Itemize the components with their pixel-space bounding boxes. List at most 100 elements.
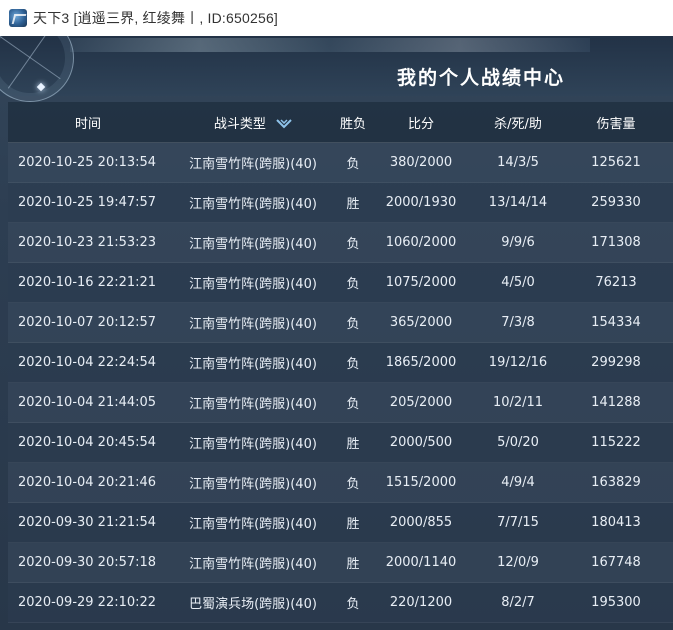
cell-battle-type: 巴蜀演兵场(跨服)(40) bbox=[189, 597, 317, 612]
header-result: 胜负 bbox=[339, 116, 366, 132]
game-logo-icon bbox=[9, 9, 27, 27]
cell-kda: 10/2/11 bbox=[492, 395, 544, 410]
cell-result: 胜 bbox=[346, 557, 360, 572]
cell-score: 205/2000 bbox=[389, 395, 453, 410]
table-body: 2020-10-25 20:13:54 江南雪竹阵(跨服)(40) 负 380/200… bbox=[8, 143, 673, 623]
cell-kda: 4/9/4 bbox=[501, 475, 535, 490]
cell-kda: 4/5/0 bbox=[501, 275, 535, 290]
cell-battle-type: 江南雪竹阵(跨服)(40) bbox=[189, 237, 317, 252]
cell-battle-type: 江南雪竹阵(跨服)(40) bbox=[189, 517, 317, 532]
window-title: 天下3 [逍遥三界, 红绫舞丨, ID:650256] bbox=[33, 10, 279, 26]
cell-time: 2020-10-16 22:21:21 bbox=[18, 275, 157, 290]
cell-kda: 7/7/15 bbox=[497, 515, 539, 530]
cell-score: 2000/1930 bbox=[385, 195, 457, 210]
cell-battle-type: 江南雪竹阵(跨服)(40) bbox=[189, 277, 317, 292]
table-row: 2020-10-25 19:47:57 江南雪竹阵(跨服)(40) 胜 2000/19… bbox=[8, 183, 673, 223]
table-row: 2020-09-30 20:57:18 江南雪竹阵(跨服)(40) 胜 2000/11… bbox=[8, 543, 673, 583]
cell-battle-type: 江南雪竹阵(跨服)(40) bbox=[189, 357, 317, 372]
cell-battle-type: 江南雪竹阵(跨服)(40) bbox=[189, 557, 317, 572]
cell-kda: 5/0/20 bbox=[497, 435, 539, 450]
cell-damage: 180413 bbox=[591, 515, 641, 530]
header-battle-type-label: 战斗类型 bbox=[213, 116, 266, 132]
cell-damage: 259330 bbox=[591, 195, 641, 210]
table-header-row: 时间 战斗类型 胜负 比分 杀/死/助 伤害量 bbox=[8, 102, 673, 143]
cell-result: 负 bbox=[346, 397, 360, 412]
cell-result: 负 bbox=[346, 317, 360, 332]
battle-record-table: 时间 战斗类型 胜负 比分 杀/死/助 伤害量 2020-10-25 20:13… bbox=[8, 102, 673, 623]
cell-result: 胜 bbox=[346, 517, 360, 532]
cell-time: 2020-10-25 20:13:54 bbox=[18, 155, 157, 170]
decorative-banner bbox=[70, 38, 590, 52]
header-time: 时间 bbox=[74, 116, 101, 132]
cell-battle-type: 江南雪竹阵(跨服)(40) bbox=[189, 437, 317, 452]
cell-kda: 7/3/8 bbox=[501, 315, 535, 330]
cell-score: 1865/2000 bbox=[385, 355, 457, 370]
cell-time: 2020-10-04 21:44:05 bbox=[18, 395, 157, 410]
cell-result: 胜 bbox=[346, 437, 360, 452]
cell-damage: 167748 bbox=[591, 555, 641, 570]
cell-result: 负 bbox=[346, 477, 360, 492]
cell-time: 2020-10-04 20:45:54 bbox=[18, 435, 157, 450]
cell-damage: 154334 bbox=[591, 315, 641, 330]
cell-result: 负 bbox=[346, 237, 360, 252]
table-row: 2020-10-16 22:21:21 江南雪竹阵(跨服)(40) 负 1075/20… bbox=[8, 263, 673, 303]
cell-time: 2020-09-29 22:10:22 bbox=[18, 595, 157, 610]
window-titlebar: 天下3 [逍遥三界, 红绫舞丨, ID:650256] bbox=[0, 0, 673, 36]
cell-kda: 13/14/14 bbox=[488, 195, 548, 210]
table-row: 2020-10-04 20:21:46 江南雪竹阵(跨服)(40) 负 1515/20… bbox=[8, 463, 673, 503]
table-row: 2020-10-25 20:13:54 江南雪竹阵(跨服)(40) 负 380/200… bbox=[8, 143, 673, 183]
header-decoration bbox=[0, 36, 673, 96]
cell-score: 1515/2000 bbox=[385, 475, 457, 490]
cell-time: 2020-10-23 21:53:23 bbox=[18, 235, 157, 250]
cell-score: 2000/500 bbox=[389, 435, 453, 450]
header-score: 比分 bbox=[407, 116, 434, 132]
chevron-down-icon[interactable] bbox=[276, 118, 292, 130]
table-row: 2020-10-23 21:53:23 江南雪竹阵(跨服)(40) 负 1060/20… bbox=[8, 223, 673, 263]
table-row: 2020-10-04 20:45:54 江南雪竹阵(跨服)(40) 胜 2000/50… bbox=[8, 423, 673, 463]
cell-time: 2020-10-25 19:47:57 bbox=[18, 195, 157, 210]
cell-time: 2020-10-04 22:24:54 bbox=[18, 355, 157, 370]
cell-kda: 12/0/9 bbox=[497, 555, 539, 570]
cell-time: 2020-10-07 20:12:57 bbox=[18, 315, 157, 330]
cell-damage: 299298 bbox=[591, 355, 641, 370]
cell-result: 负 bbox=[346, 357, 360, 372]
header-kda: 杀/死/助 bbox=[494, 116, 542, 132]
cell-battle-type: 江南雪竹阵(跨服)(40) bbox=[189, 157, 317, 172]
cell-score: 1075/2000 bbox=[385, 275, 457, 290]
table-row: 2020-09-30 21:21:54 江南雪竹阵(跨服)(40) 胜 2000/85… bbox=[8, 503, 673, 543]
cell-result: 胜 bbox=[346, 197, 360, 212]
cell-score: 2000/855 bbox=[389, 515, 453, 530]
table-row: 2020-10-04 21:44:05 江南雪竹阵(跨服)(40) 负 205/200… bbox=[8, 383, 673, 423]
cell-kda: 14/3/5 bbox=[497, 155, 539, 170]
cell-result: 负 bbox=[346, 597, 360, 612]
cell-score: 1060/2000 bbox=[385, 235, 457, 250]
cell-battle-type: 江南雪竹阵(跨服)(40) bbox=[189, 197, 317, 212]
cell-score: 2000/1140 bbox=[385, 555, 457, 570]
cell-time: 2020-09-30 21:21:54 bbox=[18, 515, 157, 530]
header-damage: 伤害量 bbox=[596, 116, 636, 132]
cell-damage: 163829 bbox=[591, 475, 641, 490]
cell-battle-type: 江南雪竹阵(跨服)(40) bbox=[189, 477, 317, 492]
cell-battle-type: 江南雪竹阵(跨服)(40) bbox=[189, 397, 317, 412]
cell-battle-type: 江南雪竹阵(跨服)(40) bbox=[189, 317, 317, 332]
cell-damage: 195300 bbox=[591, 595, 641, 610]
page-title: 我的个人战绩中心 bbox=[397, 67, 566, 89]
cell-kda: 9/9/6 bbox=[501, 235, 535, 250]
cell-result: 负 bbox=[346, 277, 360, 292]
cell-score: 220/1200 bbox=[389, 595, 453, 610]
cell-damage: 115222 bbox=[591, 435, 641, 450]
cell-kda: 8/2/7 bbox=[501, 595, 535, 610]
cell-score: 365/2000 bbox=[389, 315, 453, 330]
cell-damage: 141288 bbox=[591, 395, 641, 410]
cell-time: 2020-09-30 20:57:18 bbox=[18, 555, 157, 570]
cell-damage: 171308 bbox=[591, 235, 641, 250]
cell-damage: 76213 bbox=[595, 275, 637, 290]
cell-kda: 19/12/16 bbox=[488, 355, 548, 370]
stats-panel: 我的个人战绩中心 时间 战斗类型 胜负 比分 杀/死/助 伤害量 2020-10… bbox=[0, 36, 673, 630]
header-battle-type[interactable]: 战斗类型 bbox=[168, 113, 338, 132]
cell-score: 380/2000 bbox=[389, 155, 453, 170]
cell-time: 2020-10-04 20:21:46 bbox=[18, 475, 157, 490]
table-row: 2020-09-29 22:10:22 巴蜀演兵场(跨服)(40) 负 220/120… bbox=[8, 583, 673, 623]
table-row: 2020-10-07 20:12:57 江南雪竹阵(跨服)(40) 负 365/200… bbox=[8, 303, 673, 343]
table-row: 2020-10-04 22:24:54 江南雪竹阵(跨服)(40) 负 1865/20… bbox=[8, 343, 673, 383]
